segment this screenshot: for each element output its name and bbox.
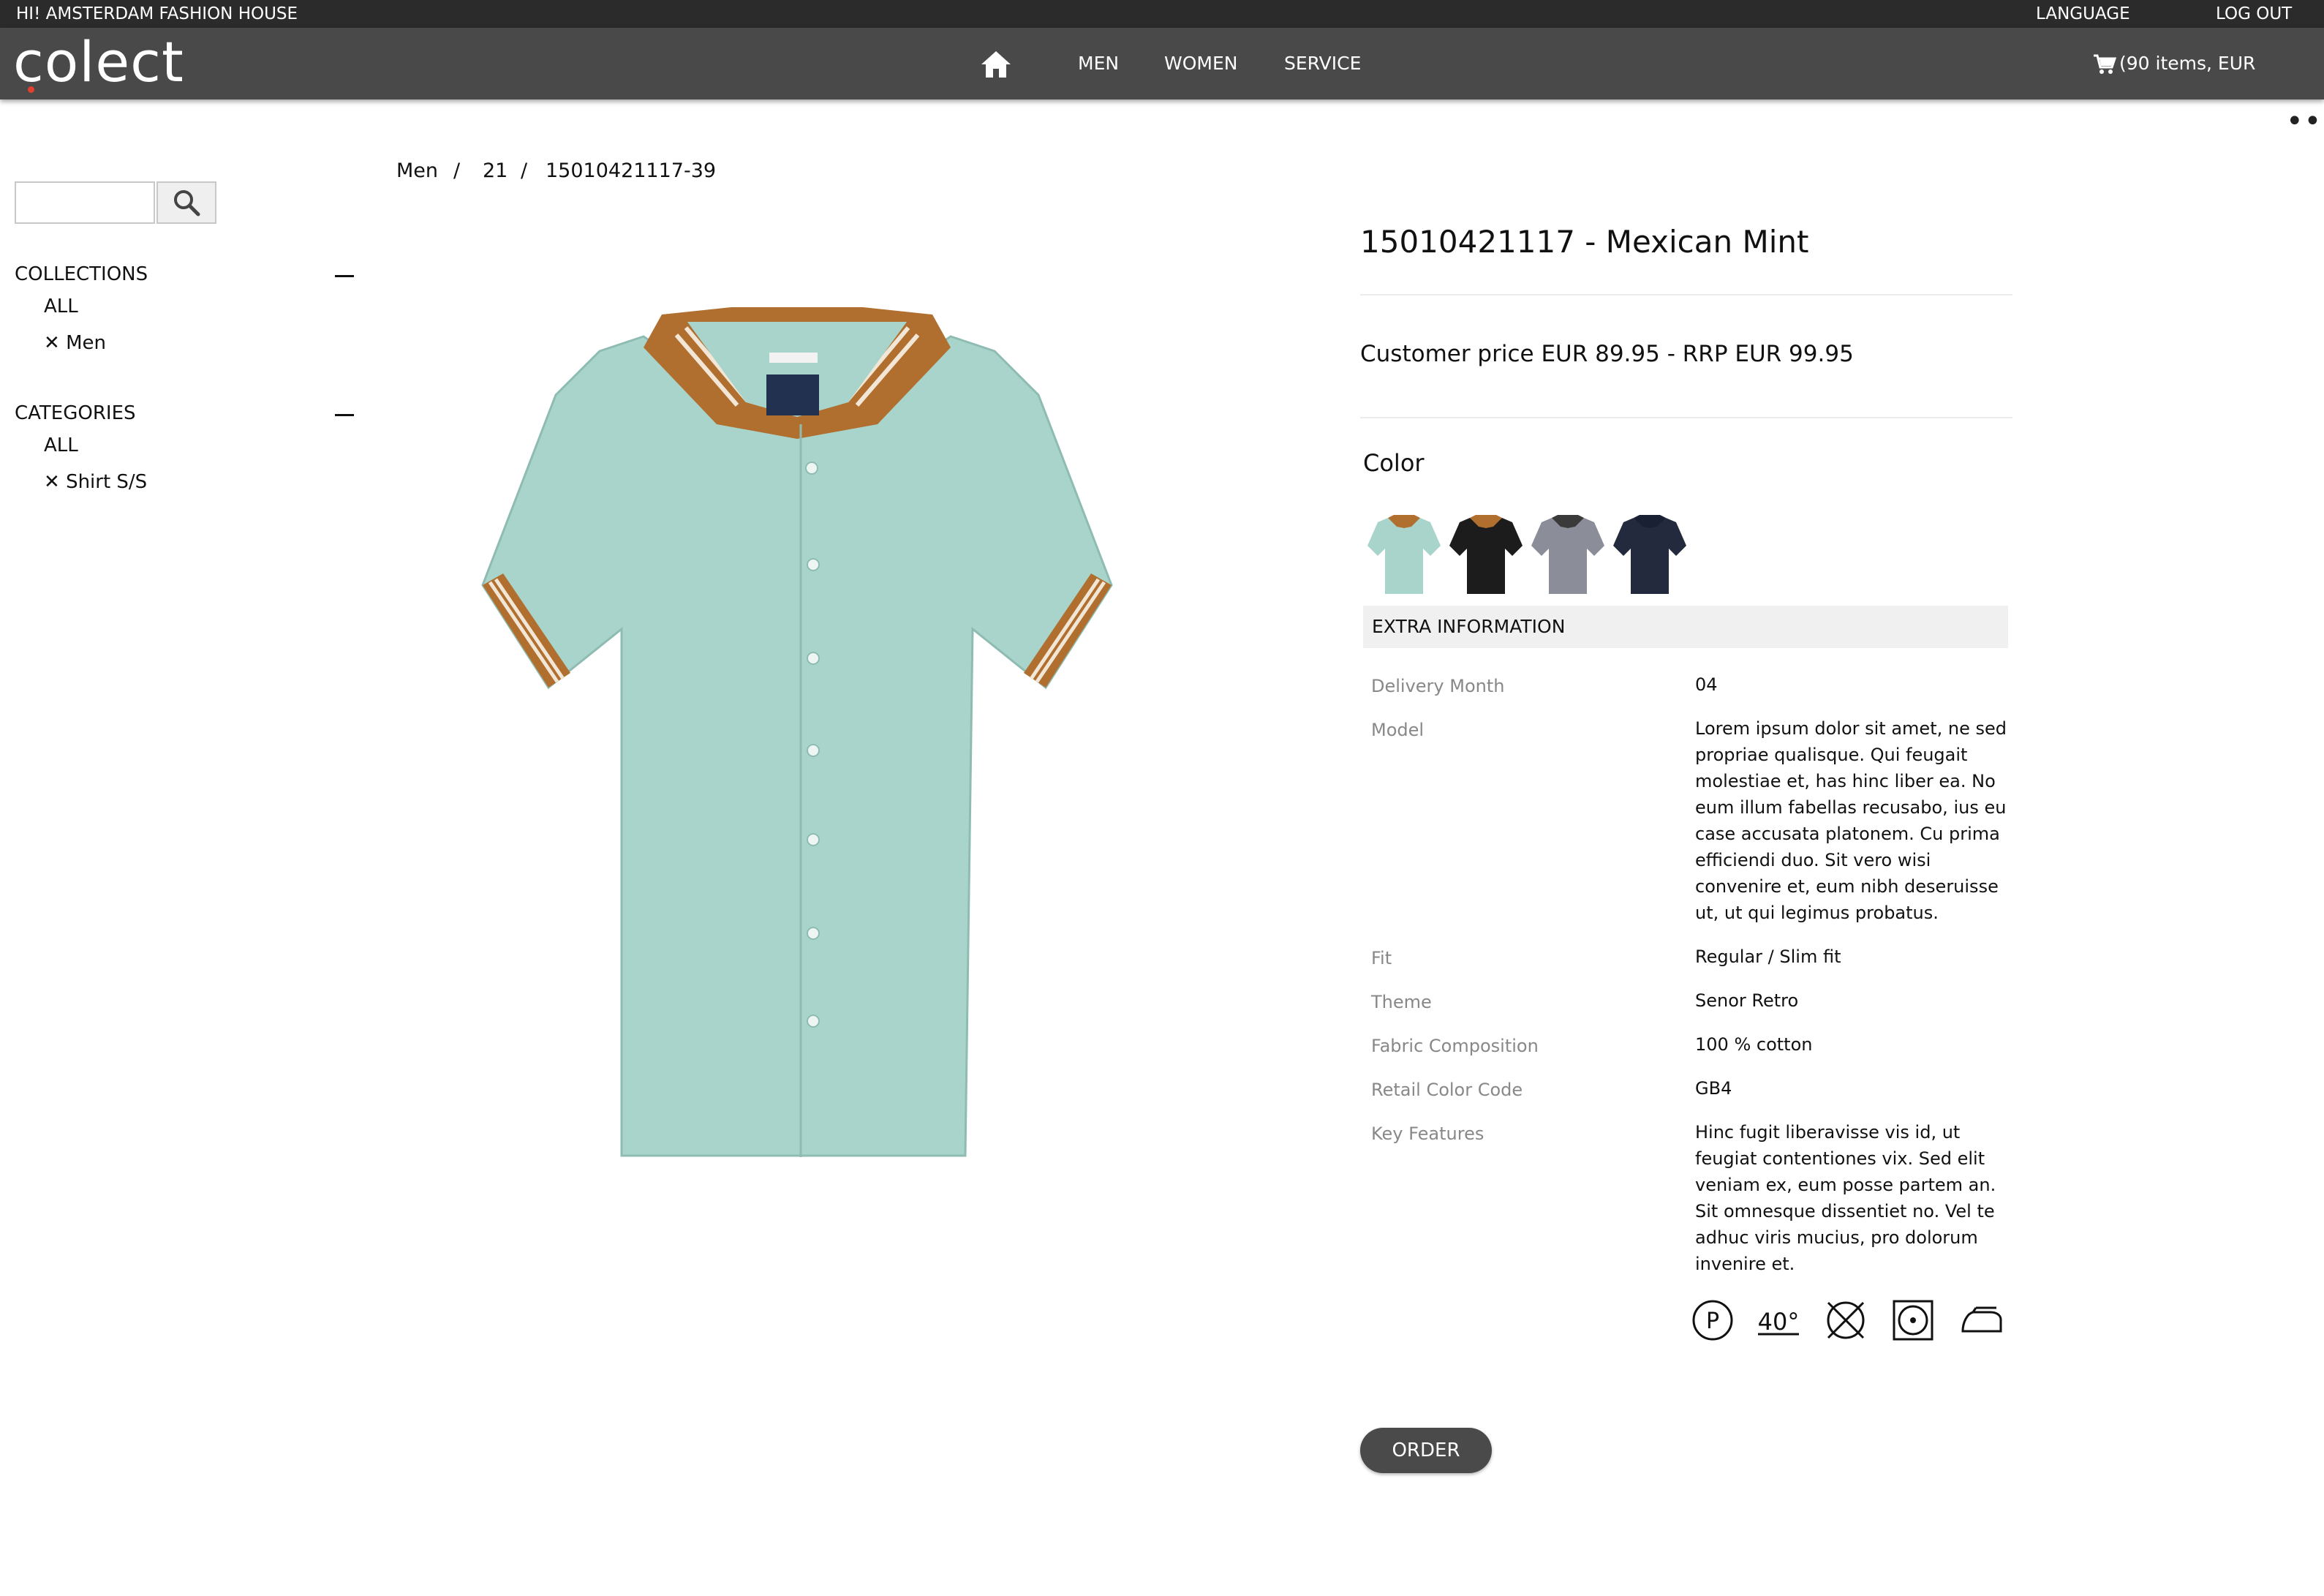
collection-item-all[interactable]: ALL xyxy=(44,296,78,317)
breadcrumb-separator: / xyxy=(521,159,528,182)
product-title: 15010421117 - Mexican Mint xyxy=(1360,224,1809,260)
iron-icon xyxy=(1961,1306,2002,1333)
color-swatch-grey[interactable] xyxy=(1530,512,1606,600)
category-item-all[interactable]: ALL xyxy=(44,434,78,456)
breadcrumb-product: 15010421117-39 xyxy=(546,159,717,182)
color-label: Color xyxy=(1363,449,1425,477)
breadcrumb-men[interactable]: Men xyxy=(396,159,438,182)
delivery-month-value: 04 xyxy=(1695,674,1718,695)
breadcrumb-separator: / xyxy=(453,159,461,182)
cart-text: (90 items, EUR 8095.50 ) xyxy=(2093,53,2256,146)
color-swatch-navy[interactable] xyxy=(1612,512,1688,600)
divider xyxy=(1360,417,2012,418)
search-icon xyxy=(174,190,200,217)
category-item-label: Shirt S/S xyxy=(66,471,148,493)
logo-accent-dot xyxy=(28,86,34,93)
home-icon[interactable] xyxy=(980,50,1012,79)
order-button[interactable]: ORDER xyxy=(1360,1428,1492,1473)
color-swatch-black[interactable] xyxy=(1448,512,1524,600)
category-item-shirt[interactable]: ✕ Shirt S/S xyxy=(44,471,147,493)
remove-filter-icon[interactable]: ✕ xyxy=(44,471,60,493)
dry-clean-letter: P xyxy=(1706,1309,1719,1334)
dry-clean-p-icon: P xyxy=(1692,1300,1733,1341)
fabric-label: Fabric Composition xyxy=(1371,1036,1539,1056)
do-not-tumble-dry-icon xyxy=(1827,1301,1865,1339)
greeting-text: HI! AMSTERDAM FASHION HOUSE xyxy=(16,4,298,23)
delivery-month-label: Delivery Month xyxy=(1371,676,1505,696)
nav-service[interactable]: SERVICE xyxy=(1284,28,1361,99)
swatch-shirt xyxy=(1613,518,1686,594)
language-link[interactable]: LANGUAGE xyxy=(2036,0,2130,28)
main-nav: colect MEN WOMEN SERVICE (90 items, EUR … xyxy=(0,28,2324,146)
logout-link[interactable]: LOG OUT xyxy=(2216,0,2292,28)
categories-collapse-icon[interactable] xyxy=(335,414,354,416)
nav-women[interactable]: WOMEN xyxy=(1164,28,1237,99)
wash-temp-text: 40° xyxy=(1758,1308,1800,1336)
logo[interactable]: colect xyxy=(13,31,184,94)
cart-summary[interactable]: (90 items, EUR 8095.50 ) xyxy=(2093,28,2324,171)
fit-label: Fit xyxy=(1371,948,1392,968)
key-features-label: Key Features xyxy=(1371,1123,1484,1144)
top-bar: HI! AMSTERDAM FASHION HOUSE LANGUAGE LOG… xyxy=(0,0,2324,28)
product-price: Customer price EUR 89.95 - RRP EUR 99.95 xyxy=(1360,341,1854,367)
color-swatch-mint[interactable] xyxy=(1366,512,1442,600)
cart-icon xyxy=(2094,54,2117,74)
collection-item-men[interactable]: ✕ Men xyxy=(44,332,106,354)
tumble-dry-icon xyxy=(1893,1300,1933,1341)
theme-value: Senor Retro xyxy=(1695,990,1799,1011)
divider xyxy=(1360,294,2012,296)
breadcrumb-collection[interactable]: 21 xyxy=(483,159,508,182)
product-image xyxy=(481,307,1113,1157)
theme-label: Theme xyxy=(1371,992,1432,1012)
collection-item-label: Men xyxy=(66,332,106,354)
extra-info-header[interactable]: EXTRA INFORMATION xyxy=(1363,606,2008,648)
categories-title: CATEGORIES xyxy=(15,402,136,424)
search-button[interactable] xyxy=(156,181,216,224)
key-features-value: Hinc fugit liberavisse vis id, ut feugia… xyxy=(1695,1122,1996,1274)
remove-filter-icon[interactable]: ✕ xyxy=(44,332,60,354)
model-value: Lorem ipsum dolor sit amet, ne sed propr… xyxy=(1695,718,2007,923)
search-input[interactable] xyxy=(15,181,155,224)
retail-color-value: GB4 xyxy=(1695,1078,1732,1099)
swatch-shirt xyxy=(1449,518,1523,594)
swatch-shirt xyxy=(1531,518,1604,594)
swatch-shirt xyxy=(1367,518,1441,594)
more-options-icon[interactable]: ••• xyxy=(2286,107,2324,136)
retail-color-label: Retail Color Code xyxy=(1371,1080,1523,1100)
collections-collapse-icon[interactable] xyxy=(335,275,354,277)
collections-title: COLLECTIONS xyxy=(15,263,148,285)
fit-value: Regular / Slim fit xyxy=(1695,946,1841,967)
fabric-value: 100 % cotton xyxy=(1695,1034,1813,1055)
model-label: Model xyxy=(1371,720,1425,740)
wash-40-icon: 40° xyxy=(1758,1308,1800,1336)
nav-men[interactable]: MEN xyxy=(1078,28,1119,99)
